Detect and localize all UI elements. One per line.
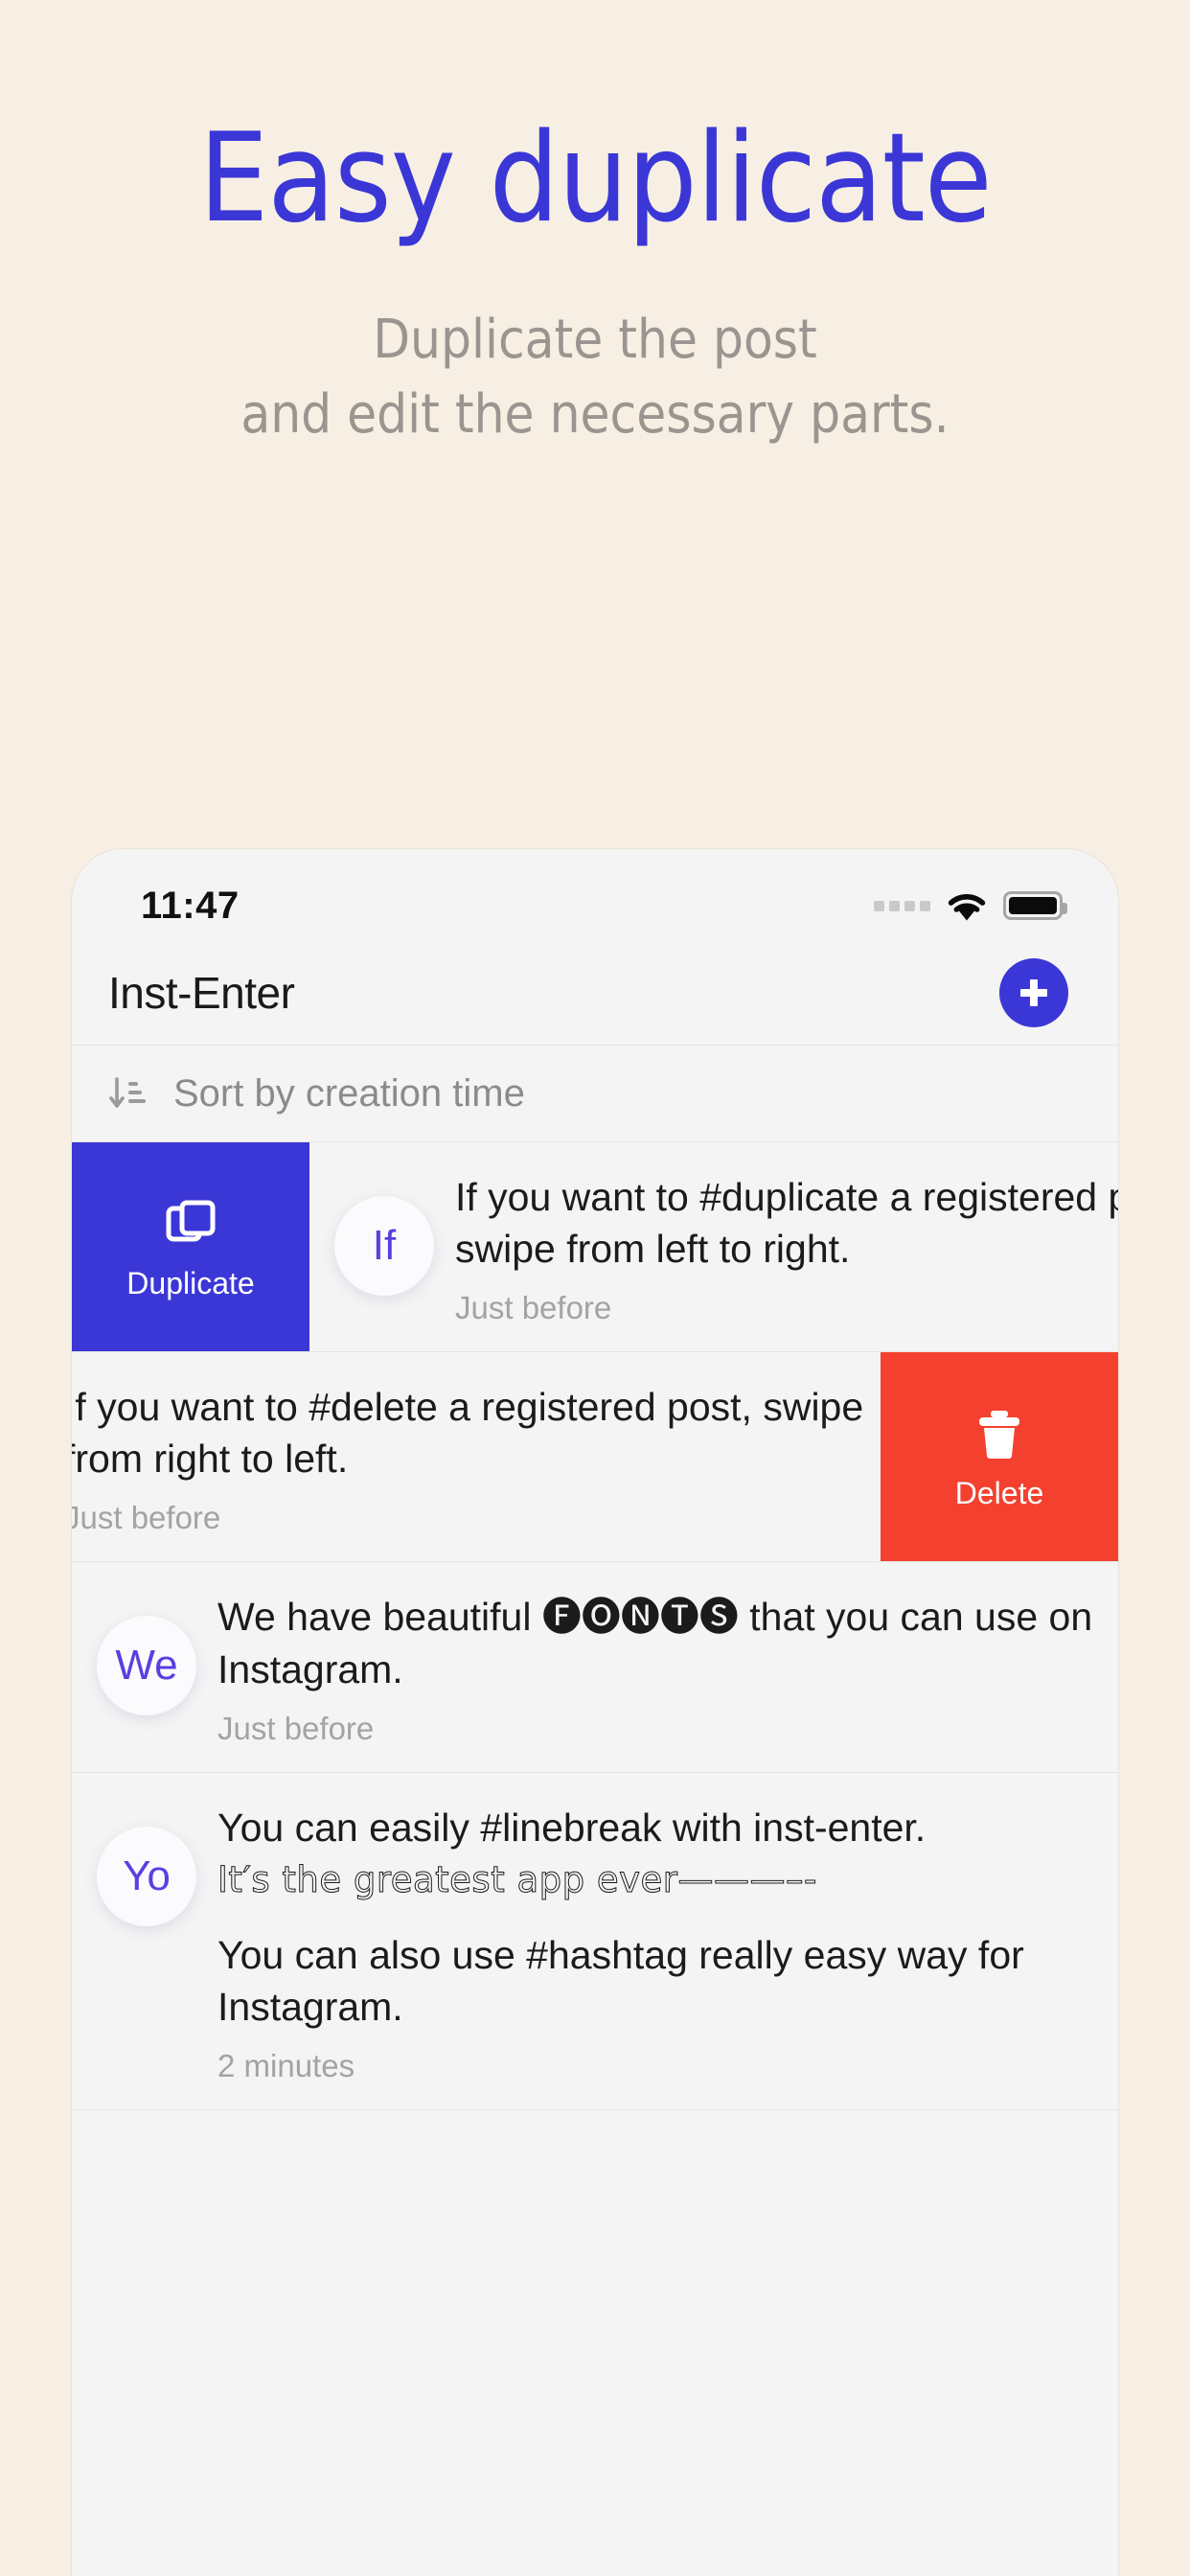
table-row[interactable]: We We have beautiful 🅕🅞🅝🅣🅢 that you can … (72, 1561, 1118, 1772)
post-row-body[interactable]: We We have beautiful 🅕🅞🅝🅣🅢 that you can … (72, 1562, 1118, 1771)
battery-full-icon (1003, 891, 1067, 920)
post-text: If you want to #delete a registered post… (72, 1385, 875, 1482)
plus-icon (1020, 979, 1047, 1006)
sort-bar[interactable]: Sort by creation time (72, 1045, 1118, 1142)
duplicate-action-label: Duplicate (126, 1265, 255, 1300)
promo-subtitle-line-2: and edit the necessary parts. (240, 382, 950, 446)
post-text-line-2-styled: It′s the greatest app ever———–- (217, 1858, 817, 1900)
app-bar: Inst-Enter (72, 941, 1118, 1045)
sort-bar-label: Sort by creation time (173, 1071, 525, 1115)
wifi-icon (946, 890, 988, 922)
post-row-body[interactable]: Yo You can easily #linebreak with inst-e… (72, 1773, 1118, 2109)
promo-subtitle: Duplicate the post and edit the necessar… (0, 303, 1190, 451)
post-timestamp: Just before (455, 1290, 612, 1326)
post-content: You can easily #linebreak with inst-ente… (217, 1802, 1118, 2084)
phone-mockup: 11:47 Inst-Enter Sort by creation time D… (72, 849, 1118, 2576)
table-row[interactable]: Duplicate If If you want to #duplicate a… (72, 1142, 1118, 1352)
post-text: If you want to #duplicate a registered p… (455, 1175, 1118, 1272)
status-bar-time: 11:47 (141, 884, 240, 927)
avatar: Yo (97, 1826, 196, 1926)
promo-header: Easy duplicate Duplicate the post and ed… (0, 0, 1190, 451)
post-list: Duplicate If If you want to #duplicate a… (72, 1142, 1118, 2576)
post-content: If you want to #delete a registered post… (72, 1381, 881, 1536)
post-text-line-1: You can easily #linebreak with inst-ente… (217, 1805, 927, 1850)
duplicate-swipe-action[interactable]: Duplicate (72, 1142, 309, 1352)
post-timestamp: Just before (217, 1710, 375, 1746)
table-row[interactable]: If you want to #delete a registered post… (72, 1351, 1118, 1562)
sort-descending-icon (109, 1077, 146, 1108)
status-bar-icons (874, 890, 1067, 922)
post-text-part-a: We have beautiful (217, 1595, 542, 1640)
post-text-line-3: You can also use #hashtag really easy wa… (217, 1932, 1036, 2029)
fonts-badge: 🅕🅞🅝🅣🅢 (541, 1595, 739, 1640)
status-bar: 11:47 (72, 849, 1118, 941)
post-row-body[interactable]: If If you want to #duplicate a registere… (309, 1142, 1118, 1351)
post-timestamp: 2 minutes (217, 2047, 355, 2083)
list-empty-area (72, 2109, 1118, 2576)
post-timestamp: Just before (72, 1500, 221, 1536)
promo-subtitle-line-1: Duplicate the post (373, 309, 817, 372)
add-post-button[interactable] (999, 958, 1068, 1027)
signal-dots-icon (874, 900, 930, 911)
post-text: We have beautiful 🅕🅞🅝🅣🅢 that you can use… (217, 1591, 1109, 1694)
avatar: If (334, 1196, 434, 1296)
page-title: Inst-Enter (108, 968, 295, 1018)
post-content: If you want to #duplicate a registered p… (455, 1171, 1118, 1326)
post-row-body[interactable]: If you want to #delete a registered post… (72, 1352, 881, 1561)
promo-title: Easy duplicate (198, 107, 992, 250)
delete-action-label: Delete (954, 1475, 1044, 1510)
table-row[interactable]: Yo You can easily #linebreak with inst-e… (72, 1771, 1118, 2109)
avatar: We (97, 1616, 196, 1716)
post-content: We have beautiful 🅕🅞🅝🅣🅢 that you can use… (217, 1591, 1118, 1746)
delete-swipe-action[interactable]: Delete (881, 1352, 1118, 1562)
copy-icon (166, 1200, 216, 1242)
trash-icon (979, 1410, 1019, 1459)
